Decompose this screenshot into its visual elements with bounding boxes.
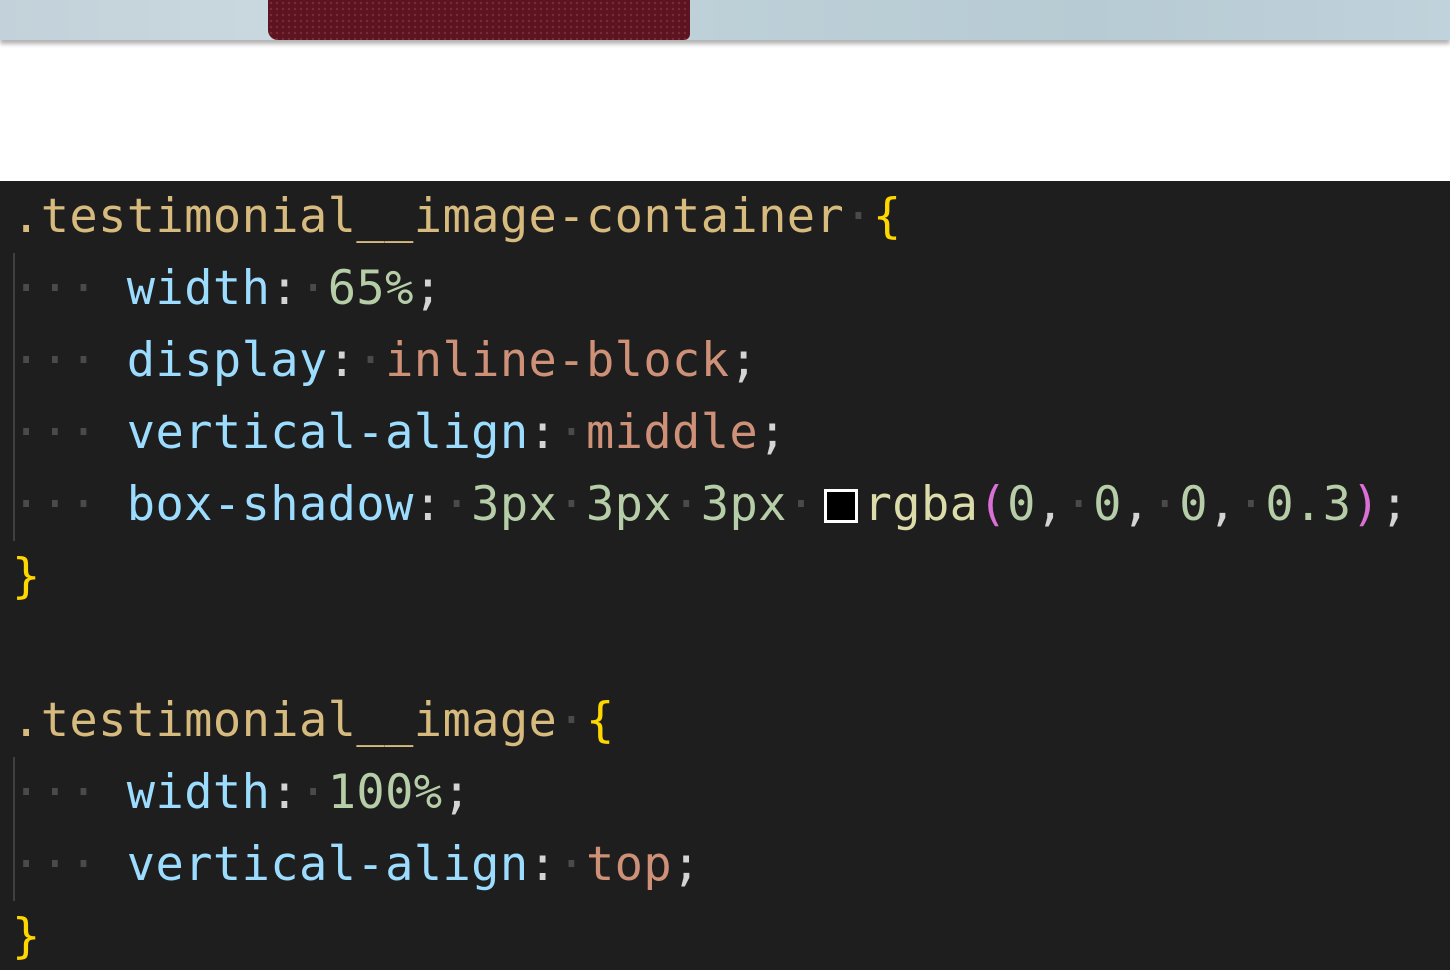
open-brace: { — [872, 189, 902, 244]
whitespace-dot: · — [298, 261, 328, 316]
whitespace-dot: · — [557, 405, 586, 460]
css-function: rgba — [863, 477, 979, 532]
whitespace-dot: · — [442, 477, 472, 532]
css-value: 65% — [327, 261, 414, 316]
colon: : — [270, 261, 299, 316]
screenshot: .testimonial__image-container·{ ··· widt… — [0, 0, 1450, 970]
code-line-1[interactable]: .testimonial__image-container·{ — [12, 181, 902, 253]
rgba-arg: 0 — [1093, 477, 1122, 532]
css-value: top — [585, 837, 673, 892]
color-swatch-icon[interactable] — [823, 489, 858, 523]
open-brace: { — [585, 693, 615, 748]
css-property: vertical-align — [126, 405, 529, 460]
whitespace-dot: · — [557, 837, 586, 892]
whitespace-dot: · — [356, 333, 386, 388]
comma: , — [1121, 477, 1151, 532]
css-value: 3px — [471, 477, 558, 532]
semicolon: ; — [758, 405, 787, 460]
css-value: inline-block — [385, 333, 730, 388]
colon: : — [528, 837, 558, 892]
code-line-5[interactable]: ··· box-shadow:·3px·3px·3px· rgba(0,·0,·0… — [12, 469, 1409, 541]
whitespace-dot: · — [786, 477, 816, 532]
code-line-8[interactable]: .testimonial__image·{ — [12, 685, 615, 757]
whitespace-dot: · — [1236, 477, 1266, 532]
whitespace-dot: · — [298, 765, 328, 820]
photo-subject-clothing — [268, 0, 690, 40]
semicolon: ; — [1380, 477, 1409, 532]
colon: : — [528, 405, 558, 460]
css-property: vertical-align — [126, 837, 529, 892]
semicolon: ; — [442, 765, 472, 820]
indent-dots: ··· — [12, 261, 99, 316]
indent-dots: ··· — [12, 405, 99, 460]
rendered-preview — [0, 0, 1450, 181]
paren-open: ( — [978, 477, 1008, 532]
paren-close: ) — [1351, 477, 1381, 532]
semicolon: ; — [413, 261, 443, 316]
code-line-3[interactable]: ··· display:·inline-block; — [12, 325, 758, 397]
css-property: width — [126, 261, 271, 316]
css-property: display — [126, 333, 328, 388]
whitespace-dot: · — [1150, 477, 1180, 532]
css-selector: .testimonial__image — [12, 693, 558, 748]
css-property: width — [126, 765, 271, 820]
close-brace: } — [12, 549, 41, 604]
css-property: box-shadow — [126, 477, 414, 532]
css-value: 3px — [585, 477, 673, 532]
code-line-2[interactable]: ··· width:·65%; — [12, 253, 442, 325]
close-brace: } — [12, 909, 41, 964]
code-line-11[interactable]: } — [12, 901, 41, 970]
rgba-arg: 0.3 — [1265, 477, 1352, 532]
code-line-4[interactable]: ··· vertical-align:·middle; — [12, 397, 787, 469]
code-editor[interactable]: .testimonial__image-container·{ ··· widt… — [0, 181, 1450, 970]
indent-dots: ··· — [12, 477, 99, 532]
colon: : — [327, 333, 357, 388]
whitespace-dot: · — [1064, 477, 1094, 532]
code-line-9[interactable]: ··· width:·100%; — [12, 757, 471, 829]
css-value: 100% — [327, 765, 443, 820]
whitespace-dot: · — [557, 693, 586, 748]
indent-dots: ··· — [12, 837, 99, 892]
semicolon: ; — [729, 333, 759, 388]
css-selector: .testimonial__image-container — [12, 189, 845, 244]
colon: : — [413, 477, 443, 532]
rgba-arg: 0 — [1179, 477, 1208, 532]
comma: , — [1207, 477, 1237, 532]
whitespace-dot: · — [672, 477, 701, 532]
css-value: middle — [585, 405, 759, 460]
whitespace-dot: · — [557, 477, 586, 532]
colon: : — [270, 765, 299, 820]
indent-dots: ··· — [12, 333, 99, 388]
whitespace-dot: · — [844, 189, 873, 244]
comma: , — [1035, 477, 1065, 532]
code-line-10[interactable]: ··· vertical-align:·top; — [12, 829, 701, 901]
testimonial-photo — [0, 0, 1450, 40]
css-value: 3px — [700, 477, 787, 532]
code-line-6[interactable]: } — [12, 541, 41, 613]
rgba-arg: 0 — [1007, 477, 1036, 532]
semicolon: ; — [672, 837, 701, 892]
indent-dots: ··· — [12, 765, 99, 820]
